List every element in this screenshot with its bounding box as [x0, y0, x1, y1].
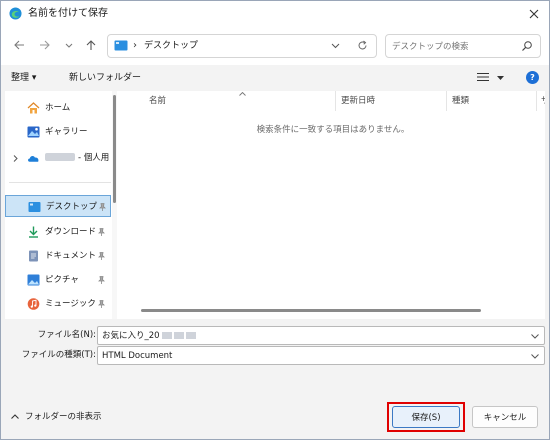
view-options-button[interactable] [475, 71, 507, 85]
sort-ascending-icon [239, 92, 246, 96]
download-icon [29, 226, 38, 238]
filetype-value: HTML Document [102, 351, 173, 361]
sidebar-item-pictures[interactable]: ピクチャ [5, 269, 111, 291]
home-icon [27, 102, 40, 114]
pictures-icon [27, 274, 40, 286]
music-icon [27, 298, 40, 310]
pin-icon [98, 252, 105, 260]
sidebar-item-label: ピクチャ [45, 275, 79, 285]
pin-icon [98, 300, 105, 308]
save-button[interactable]: 保存(S) [392, 406, 460, 428]
cancel-button[interactable]: キャンセル [472, 406, 538, 428]
window-title: 名前を付けて保存 [28, 8, 108, 19]
hide-folders-label: フォルダーの非表示 [25, 412, 102, 422]
command-toolbar: 整理 ▾ 新しいフォルダー ? [1, 65, 549, 91]
content-area: ホーム ギャラリー - 個人用 デスクトップ ダウンロード ドキュメント ピクチ… [5, 91, 545, 319]
search-box [385, 34, 541, 58]
chevron-right-icon[interactable] [13, 155, 18, 162]
file-list: 名前 更新日時 種類 サ 検索条件に一致する項目はありません。 [121, 91, 545, 319]
column-header-size[interactable]: サ [541, 91, 545, 111]
column-header-type[interactable]: 種類 [452, 91, 469, 111]
sidebar-item-label: ドキュメント [45, 251, 97, 261]
address-bar[interactable]: › デスクトップ [107, 34, 377, 58]
refresh-button[interactable] [354, 37, 372, 55]
sidebar-item-home[interactable]: ホーム [5, 97, 111, 119]
column-header-modified[interactable]: 更新日時 [341, 91, 375, 111]
sidebar-item-label: ホーム [45, 103, 71, 113]
dialog-footer: フォルダーの非表示 保存(S) キャンセル [1, 391, 549, 439]
sidebar-item-label: - 個人用 [45, 152, 109, 164]
search-input[interactable] [392, 40, 512, 53]
save-as-dialog: 名前を付けて保存 › デスクトップ デスクトップの検索 整理 ▾ 新しいフォルダ… [0, 0, 550, 440]
empty-list-message: 検索条件に一致する項目はありません。 [256, 125, 410, 135]
sidebar-item-documents[interactable]: ドキュメント [5, 245, 111, 267]
redacted-text [173, 332, 184, 339]
filetype-row: ファイルの種類(T): HTML Document [1, 345, 549, 367]
filename-input[interactable]: お気に入り_20 [102, 330, 196, 342]
filename-row: ファイル名(N): お気に入り_20 [1, 325, 549, 347]
refresh-icon [358, 40, 367, 50]
list-view-icon [477, 72, 489, 82]
column-separator[interactable] [446, 91, 447, 111]
edge-browser-icon [9, 7, 22, 20]
onedrive-cloud-icon [28, 156, 39, 162]
recent-locations-button[interactable] [59, 35, 79, 55]
search-icon[interactable] [521, 40, 533, 52]
organize-button[interactable]: 整理 ▾ [11, 70, 36, 86]
chevron-down-icon[interactable] [531, 334, 539, 339]
up-button[interactable] [81, 35, 101, 55]
close-icon [529, 9, 539, 19]
title-bar: 名前を付けて保存 [1, 1, 549, 27]
sidebar-item-downloads[interactable]: ダウンロード [5, 221, 111, 243]
breadcrumb-separator: › [133, 40, 137, 51]
breadcrumb-desktop[interactable]: デスクトップ [144, 40, 198, 52]
redacted-account-name [45, 153, 75, 161]
sidebar-divider [9, 182, 111, 183]
arrow-up-icon [86, 40, 96, 50]
filename-label: ファイル名(N): [37, 330, 96, 340]
column-separator[interactable] [536, 91, 537, 111]
pin-icon [98, 276, 105, 284]
close-button[interactable] [519, 1, 549, 27]
sidebar-item-label: ギャラリー [45, 127, 88, 137]
column-header-name[interactable]: 名前 [149, 91, 166, 111]
sidebar-scrollbar-thumb[interactable] [113, 95, 116, 203]
redacted-text [185, 332, 196, 339]
sidebar-item-music[interactable]: ミュージック [5, 293, 111, 315]
arrow-right-icon [40, 40, 50, 50]
new-folder-button[interactable]: 新しいフォルダー [69, 70, 141, 86]
desktop-folder-icon [28, 202, 41, 212]
document-icon [29, 250, 38, 262]
navigation-pane: ホーム ギャラリー - 個人用 デスクトップ ダウンロード ドキュメント ピクチ… [5, 91, 117, 319]
column-separator[interactable] [335, 91, 336, 111]
chevron-up-icon [11, 414, 19, 419]
chevron-down-icon [331, 43, 340, 49]
chevron-down-icon [497, 76, 504, 80]
redacted-text [161, 332, 172, 339]
filetype-select[interactable]: HTML Document [97, 346, 545, 365]
sidebar-item-desktop[interactable]: デスクトップ [5, 195, 111, 217]
sidebar-item-onedrive[interactable]: - 個人用 [5, 147, 111, 169]
desktop-folder-icon [114, 40, 128, 51]
address-dropdown-button[interactable] [329, 39, 343, 53]
horizontal-scrollbar-thumb[interactable] [141, 309, 481, 312]
help-button[interactable]: ? [526, 71, 539, 84]
sidebar-item-gallery[interactable]: ギャラリー [5, 121, 111, 143]
filetype-label: ファイルの種類(T): [21, 350, 96, 360]
chevron-down-icon [65, 43, 73, 48]
navigation-bar: › デスクトップ [1, 27, 549, 65]
arrow-left-icon [14, 40, 24, 50]
filename-combobox[interactable]: お気に入り_20 [97, 326, 545, 345]
sidebar-item-label: デスクトップ [46, 202, 98, 212]
pin-icon [99, 203, 106, 211]
sidebar-item-label: ミュージック [45, 299, 96, 309]
pin-icon [98, 228, 105, 236]
gallery-icon [27, 126, 40, 138]
sidebar-item-label: ダウンロード [45, 227, 97, 237]
forward-button[interactable] [35, 35, 55, 55]
chevron-down-icon[interactable] [531, 354, 539, 359]
back-button[interactable] [9, 35, 29, 55]
